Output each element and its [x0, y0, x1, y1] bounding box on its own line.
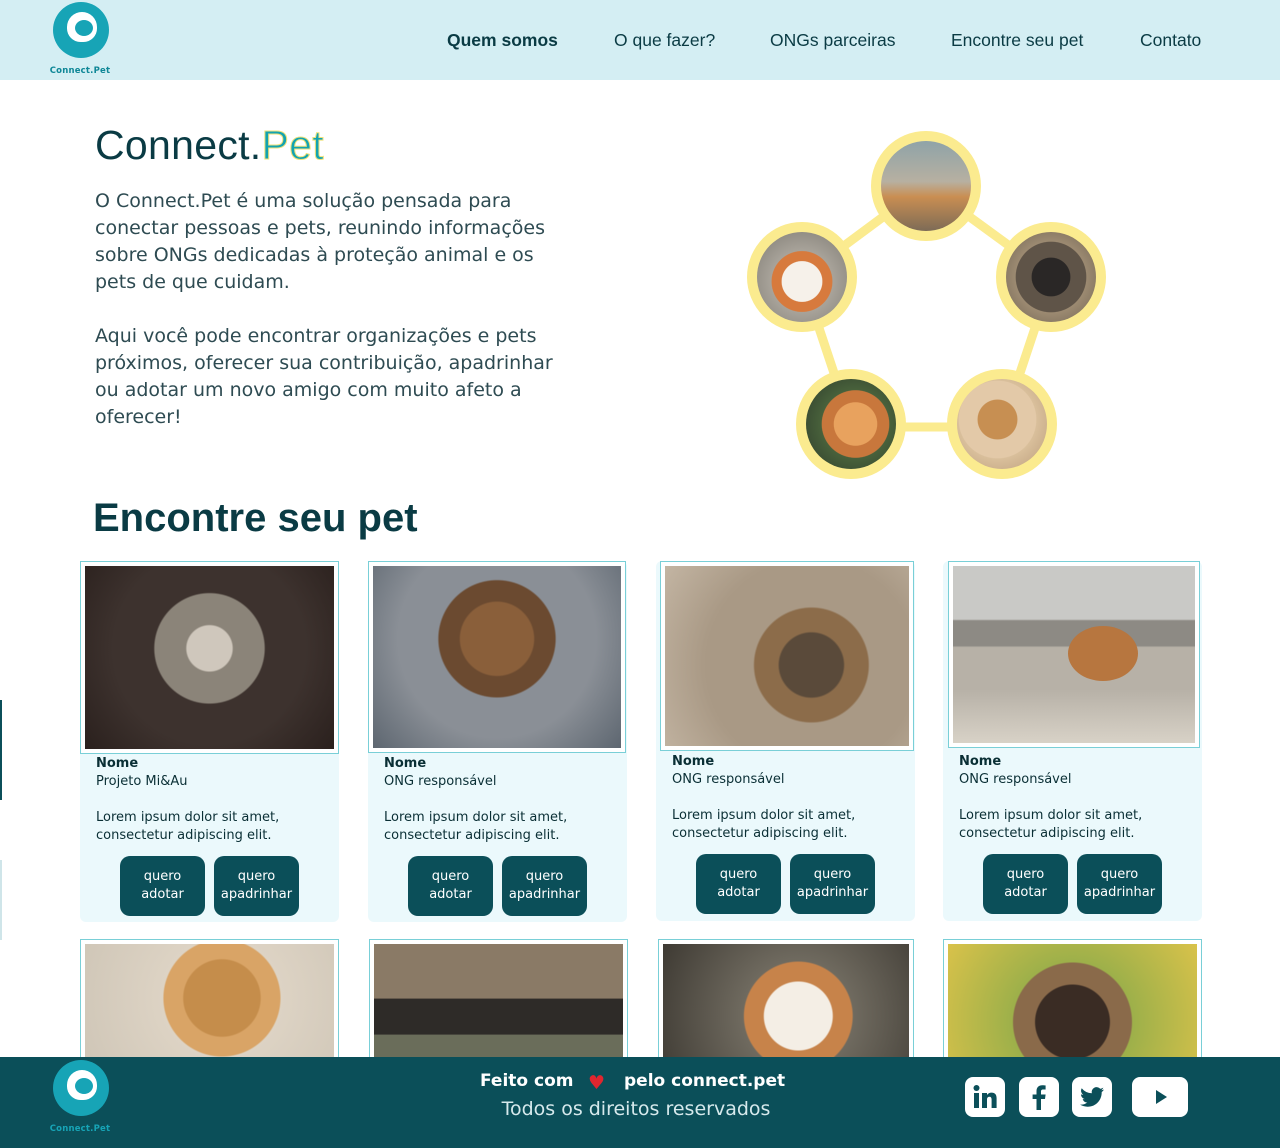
pet-photo-dog-under-car[interactable]: [948, 561, 1200, 748]
hero-title-pet: Pet: [261, 122, 324, 169]
adopt-button[interactable]: quero adotar: [983, 854, 1068, 914]
hero-photo-black-dog: [996, 222, 1106, 332]
pet-description: Lorem ipsum dolor sit amet, consectetur …: [96, 810, 280, 843]
adopt-button[interactable]: quero adotar: [120, 856, 205, 916]
adopt-button[interactable]: quero adotar: [696, 854, 781, 914]
hero-paragraph-1: O Connect.Pet é uma solução pensada para…: [95, 190, 545, 293]
pet-card: Nome Projeto Mi&Au Lorem ipsum dolor sit…: [80, 561, 339, 922]
sponsor-button[interactable]: quero apadrinhar: [502, 856, 587, 916]
youtube-icon[interactable]: [1132, 1077, 1188, 1117]
hero-photo-white-dog: [747, 222, 857, 332]
footer-made-by: pelo connect.pet: [624, 1071, 786, 1091]
facebook-icon[interactable]: [1019, 1077, 1059, 1117]
pet-description: Lorem ipsum dolor sit amet, consectetur …: [959, 808, 1143, 841]
logo-pet-icon: [53, 2, 109, 58]
pet-photo-puppies[interactable]: [943, 939, 1202, 1069]
pet-org: ONG responsável: [959, 772, 1072, 787]
hero-title-connect: Connect.: [95, 122, 262, 168]
adopt-button[interactable]: quero adotar: [408, 856, 493, 916]
site-header: Connect.Pet Quem somos O que fazer? ONGs…: [0, 0, 1280, 80]
pet-org: ONG responsável: [384, 774, 497, 789]
linkedin-icon[interactable]: [965, 1077, 1005, 1117]
hero-photo-puppy: [947, 369, 1057, 479]
pet-name-label: Nome: [959, 754, 1002, 769]
footer-logo-text: Connect.Pet: [49, 1124, 111, 1134]
sponsor-button[interactable]: quero apadrinhar: [1077, 854, 1162, 914]
logo-text: Connect.Pet: [49, 66, 111, 76]
sponsor-button[interactable]: quero apadrinhar: [214, 856, 299, 916]
pet-photo-dog-under-fence[interactable]: [369, 939, 628, 1069]
pet-name-label: Nome: [672, 754, 715, 769]
heart-icon: ♥: [588, 1072, 606, 1094]
nav-contato[interactable]: Contato: [1140, 30, 1201, 51]
pet-photo-shepherd-dog[interactable]: [660, 561, 914, 751]
pet-org: ONG responsável: [672, 772, 785, 787]
logo[interactable]: Connect.Pet: [45, 2, 115, 80]
sponsor-button[interactable]: quero apadrinhar: [790, 854, 875, 914]
nav-encontre-seu-pet[interactable]: Encontre seu pet: [951, 30, 1083, 51]
hero-photo-dogs-group: [871, 131, 981, 241]
hero-photo-cat: [796, 369, 906, 479]
side-indicator: [0, 860, 2, 940]
pet-name-label: Nome: [96, 756, 139, 771]
footer-made-with: Feito com: [480, 1071, 574, 1091]
side-indicator: [0, 700, 2, 800]
nav-o-que-fazer[interactable]: O que fazer?: [614, 30, 715, 51]
pet-photo-brown-puppy[interactable]: [368, 561, 626, 753]
pet-card: Nome ONG responsável Lorem ipsum dolor s…: [368, 561, 627, 922]
pet-photo-cat[interactable]: [80, 561, 339, 754]
pet-name-label: Nome: [384, 756, 427, 771]
find-pet-title: Encontre seu pet: [93, 496, 418, 540]
pet-card: Nome ONG responsável Lorem ipsum dolor s…: [943, 561, 1202, 921]
twitter-icon[interactable]: [1072, 1077, 1112, 1117]
nav-quem-somos[interactable]: Quem somos: [447, 30, 558, 51]
hero-paragraph-2: Aqui você pode encontrar organizações e …: [95, 325, 553, 428]
hero-title: Connect.Pet: [95, 122, 324, 169]
pet-org: Projeto Mi&Au: [96, 774, 188, 789]
pet-card: Nome ONG responsável Lorem ipsum dolor s…: [656, 561, 915, 921]
pet-photo-white-brown-dog[interactable]: [658, 939, 914, 1069]
pet-description: Lorem ipsum dolor sit amet, consectetur …: [672, 808, 856, 841]
pet-photo-happy-dog[interactable]: [80, 939, 339, 1069]
page: { "header": { "logo_text": "Connect.Pet"…: [0, 0, 1280, 1148]
site-footer: Connect.Pet Feito com ♥ pelo connect.pet…: [0, 1057, 1280, 1148]
nav-ongs-parceiras[interactable]: ONGs parceiras: [770, 30, 895, 51]
pet-description: Lorem ipsum dolor sit amet, consectetur …: [384, 810, 568, 843]
